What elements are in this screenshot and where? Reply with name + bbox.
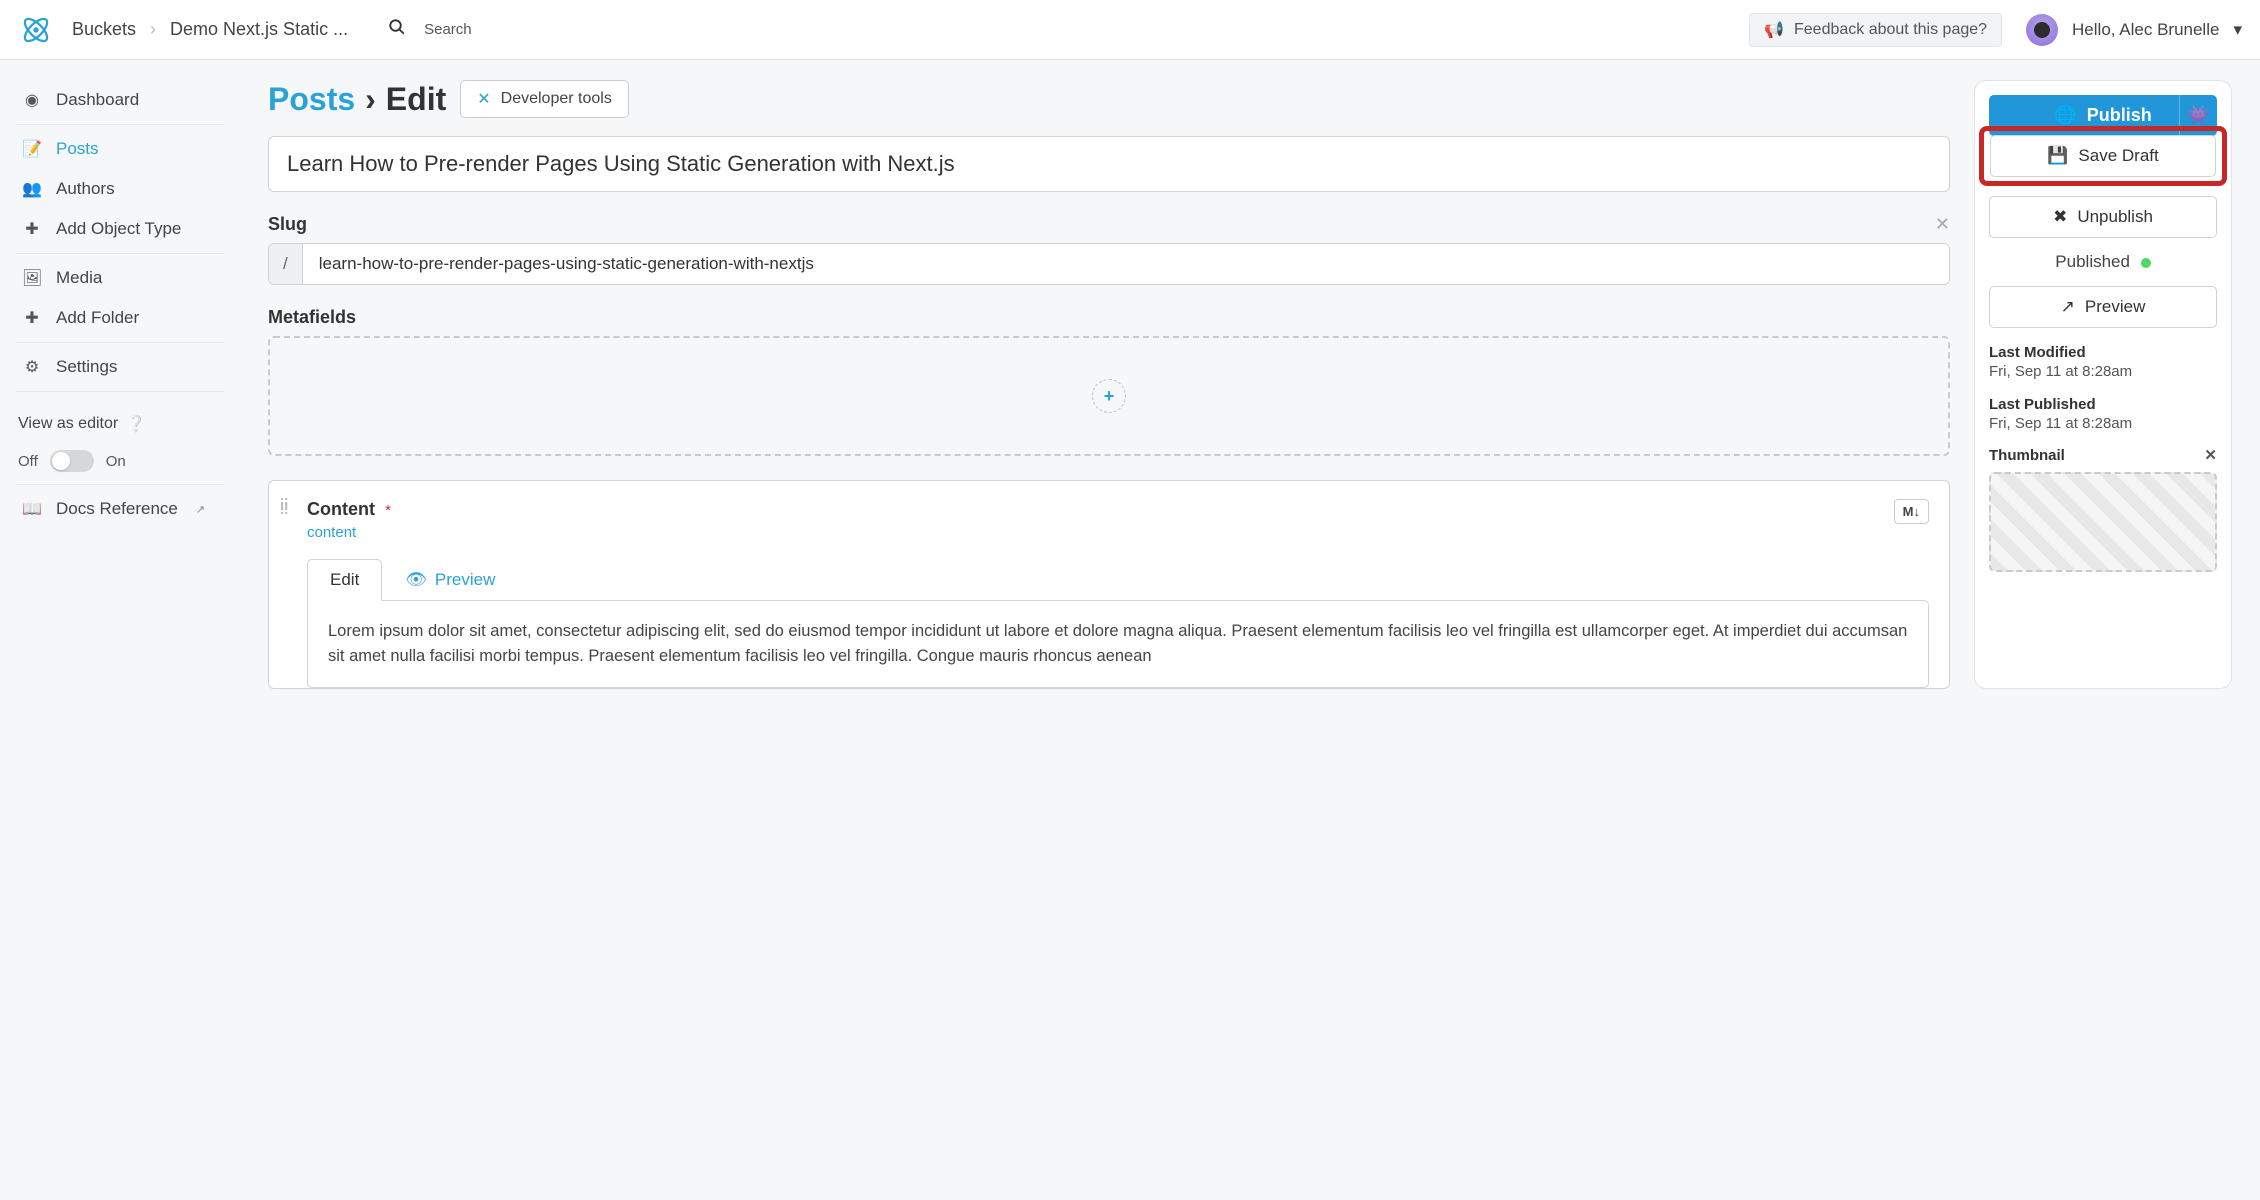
save-draft-button[interactable]: 💾 Save Draft [1990, 135, 2216, 177]
content-field-key: content [307, 524, 391, 541]
chevron-right-icon: › [150, 19, 156, 40]
external-link-icon: ↗ [2061, 297, 2075, 317]
title-input[interactable] [268, 136, 1950, 192]
search-label: Search [424, 21, 472, 38]
last-modified-value: Fri, Sep 11 at 8:28am [1989, 363, 2217, 380]
eye-icon: 👁 [405, 570, 427, 590]
close-icon[interactable]: ✕ [2204, 446, 2217, 464]
slug-prefix: / [269, 244, 303, 284]
avatar [2026, 14, 2058, 46]
dashboard-icon: ◉ [22, 90, 42, 110]
content-block: ⠿⠿ Content * content M↓ Edit 👁 Preview [268, 480, 1950, 689]
plus-icon: ✚ [22, 219, 42, 239]
thumbnail-dropzone[interactable] [1989, 472, 2217, 572]
unpublish-button[interactable]: ✖ Unpublish [1989, 196, 2217, 238]
page-mode: Edit [386, 81, 446, 118]
gear-icon: ⚙ [22, 357, 42, 377]
save-draft-highlight: 💾 Save Draft [1979, 126, 2227, 186]
tab-edit[interactable]: Edit [307, 559, 382, 601]
close-icon[interactable]: ✕ [1935, 214, 1950, 235]
feedback-button[interactable]: 📢 Feedback about this page? [1749, 13, 2002, 47]
plus-icon: ✚ [22, 308, 42, 328]
drag-handle-icon[interactable]: ⠿⠿ [279, 501, 291, 513]
content-textarea[interactable]: Lorem ipsum dolor sit amet, consectetur … [307, 600, 1929, 688]
metafields-label: Metafields [268, 307, 1950, 328]
topbar: Buckets › Demo Next.js Static ... Search… [0, 0, 2260, 60]
markdown-badge[interactable]: M↓ [1894, 499, 1929, 524]
sidebar-add-folder[interactable]: ✚ Add Folder [0, 298, 240, 338]
tools-icon: ✕ [477, 89, 490, 109]
slug-input[interactable] [303, 244, 1949, 284]
view-editor-toggle-row: Off On [0, 442, 240, 480]
breadcrumb-current[interactable]: Demo Next.js Static ... [170, 19, 348, 40]
last-published-value: Fri, Sep 11 at 8:28am [1989, 415, 2217, 432]
sidebar-item-media[interactable]: 🖼 Media [0, 258, 240, 298]
last-published-label: Last Published [1989, 396, 2217, 413]
thumbnail-label: Thumbnail [1989, 447, 2065, 464]
authors-icon: 👥 [22, 179, 42, 199]
slug-field: / [268, 243, 1950, 285]
media-icon: 🖼 [22, 268, 42, 288]
book-icon: 📖 [22, 499, 42, 519]
publish-panel: 🌐 Publish 👾 💾 Save Draft ✖ Unpublish Pub… [1974, 80, 2232, 689]
status-dot-icon [2141, 258, 2151, 268]
required-indicator: * [385, 502, 391, 519]
app-logo[interactable] [18, 12, 54, 48]
tab-preview[interactable]: 👁 Preview [382, 559, 518, 601]
sidebar-docs-reference[interactable]: 📖 Docs Reference ↗ [0, 489, 240, 529]
save-icon: 💾 [2047, 146, 2068, 166]
developer-tools-button[interactable]: ✕ Developer tools [460, 80, 629, 118]
breadcrumb-root[interactable]: Buckets [72, 19, 136, 40]
last-modified-label: Last Modified [1989, 344, 2217, 361]
view-as-editor-label: View as editor ❔ [0, 396, 240, 442]
breadcrumb: Buckets › Demo Next.js Static ... [72, 19, 348, 40]
sidebar-item-settings[interactable]: ⚙ Settings [0, 347, 240, 387]
sidebar-add-object-type[interactable]: ✚ Add Object Type [0, 209, 240, 249]
sidebar: ◉ Dashboard 📝 Posts 👥 Authors ✚ Add Obje… [0, 60, 240, 709]
page-title: Posts › Edit ✕ Developer tools [268, 80, 1950, 118]
preview-button[interactable]: ↗ Preview [1989, 286, 2217, 328]
external-link-icon: ↗ [196, 503, 205, 516]
posts-icon: 📝 [22, 139, 42, 159]
view-editor-toggle[interactable] [50, 450, 94, 472]
search-icon [388, 18, 406, 41]
sidebar-item-authors[interactable]: 👥 Authors [0, 169, 240, 209]
globe-icon: 🌐 [2054, 105, 2076, 126]
status-row: Published [1989, 252, 2217, 272]
editor-column: Posts › Edit ✕ Developer tools Slug ✕ / … [268, 80, 1950, 689]
help-icon[interactable]: ❔ [126, 414, 146, 434]
search-area[interactable]: Search [388, 18, 472, 41]
chevron-right-icon: › [365, 81, 376, 118]
section-link[interactable]: Posts [268, 81, 355, 118]
caret-down-icon: ▾ [2233, 20, 2242, 40]
add-metafield-button[interactable]: + [1092, 379, 1126, 413]
slug-label: Slug ✕ [268, 214, 1950, 235]
megaphone-icon: 📢 [1764, 20, 1784, 40]
user-menu[interactable]: Hello, Alec Brunelle ▾ [2026, 14, 2242, 46]
close-icon: ✖ [2053, 207, 2067, 227]
metafields-dropzone[interactable]: + [268, 336, 1950, 456]
sidebar-item-dashboard[interactable]: ◉ Dashboard [0, 80, 240, 120]
sidebar-item-posts[interactable]: 📝 Posts [0, 129, 240, 169]
content-field-label: Content [307, 499, 375, 519]
